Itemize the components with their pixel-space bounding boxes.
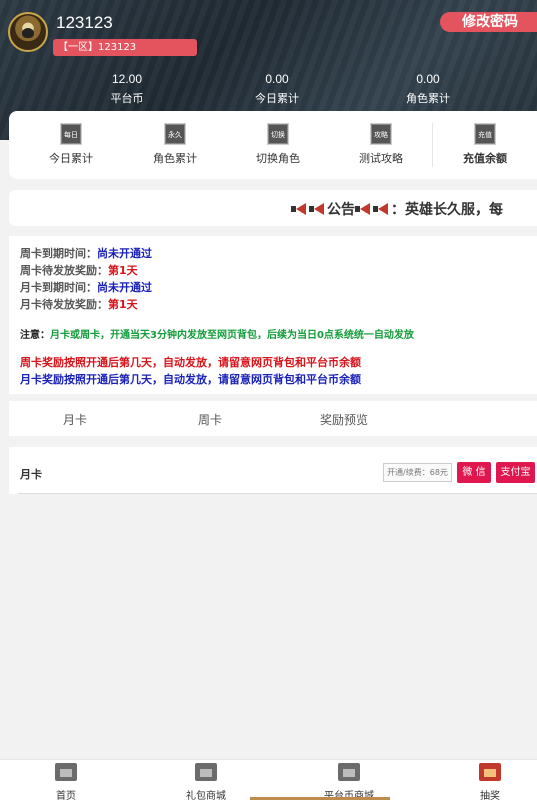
username: 123123 [56, 13, 113, 32]
alipay-button[interactable]: 支付宝 [496, 462, 535, 483]
nav-label: 抽奖 [480, 791, 500, 800]
stat-today-total: 0.00 今日累计 [222, 72, 332, 106]
week-reward-label: 周卡待发放奖励： [20, 264, 108, 277]
home-icon [55, 763, 77, 781]
coin-shop-icon [338, 763, 360, 781]
menu-item-recharge[interactable]: 充值 充值余额 [433, 122, 537, 166]
menu-item-guide[interactable]: 攻略 测试攻略 [329, 122, 433, 166]
quick-menu: 每日 今日累计 永久 角色累计 切换 切换角色 攻略 测试攻略 充值 充值余额 [9, 111, 537, 179]
nav-label: 首页 [56, 791, 76, 800]
card-status-info: 周卡到期时间：尚未开通过 周卡待发放奖励：第1天 月卡到期时间：尚未开通过 月卡… [9, 236, 537, 394]
stat-label: 今日累计 [255, 92, 299, 105]
menu-label: 今日累计 [49, 152, 93, 165]
nav-coin-shop[interactable]: 平台币商城 [309, 763, 389, 800]
avatar[interactable] [8, 12, 48, 52]
stat-value: 0.00 [416, 72, 440, 86]
recharge-icon: 充值 [475, 124, 495, 144]
card-tabs: 月卡 周卡 奖励预览 [9, 401, 537, 436]
wechat-pay-button[interactable]: 微 信 [457, 462, 491, 483]
menu-label: 切换角色 [256, 152, 300, 165]
megaphone-icon [309, 203, 325, 215]
stat-label: 平台币 [110, 92, 144, 105]
tab-month-card[interactable]: 月卡 [63, 411, 87, 428]
nav-lottery[interactable]: 抽奖 [450, 763, 530, 800]
week-reward-row: 周卡待发放奖励：第1天 [20, 262, 138, 278]
month-expire-row: 月卡到期时间：尚未开通过 [20, 279, 152, 295]
tab-week-card[interactable]: 周卡 [198, 411, 222, 428]
month-card-row: 月卡 开通/续费：68元 微 信 支付宝 [9, 447, 537, 494]
note-label: 注意： [20, 330, 50, 341]
week-expire-label: 周卡到期时间： [20, 247, 97, 260]
megaphone-icon [373, 203, 389, 215]
megaphone-icon [291, 203, 307, 215]
announcement-content: ：英雄长久服，每 [391, 202, 503, 218]
menu-label: 充值余额 [463, 152, 507, 165]
price-label: 开通/续费：68元 [383, 463, 452, 482]
week-expire-value: 尚未开通过 [97, 247, 152, 260]
month-rule-text: 月卡奖励按照开通后第几天，自动发放，请留意网页背包和平台币余额 [20, 373, 361, 386]
card-title: 月卡 [20, 468, 42, 481]
stat-platform-coin: 12.00 平台币 [72, 72, 182, 106]
week-rule-text: 周卡奖励按照开通后第几天，自动发放，请留意网页背包和平台币余额 [20, 356, 361, 369]
server-badge: 【一区】123123 [53, 39, 197, 56]
tab-reward-preview[interactable]: 奖励预览 [320, 411, 368, 428]
menu-item-today-total[interactable]: 每日 今日累计 [19, 122, 123, 166]
nav-home[interactable]: 首页 [26, 763, 106, 800]
nav-gift-shop[interactable]: 礼包商城 [166, 763, 246, 800]
divider [18, 493, 537, 494]
lottery-icon [479, 763, 501, 781]
daily-icon: 每日 [61, 124, 81, 144]
note-text: 月卡或周卡，开通当天3分钟内发放至网页背包，后续为当日0点系统统一自动发放 [50, 330, 414, 341]
permanent-icon: 永久 [165, 124, 185, 144]
stat-value: 0.00 [265, 72, 289, 86]
month-reward-row: 月卡待发放奖励：第1天 [20, 296, 138, 312]
menu-label: 角色累计 [153, 152, 197, 165]
month-expire-value: 尚未开通过 [97, 281, 152, 294]
stat-label: 角色累计 [406, 92, 450, 105]
announcement-marquee: 公告 ：英雄长久服，每 [291, 199, 503, 219]
announcement-title: 公告 [327, 202, 355, 218]
change-password-button[interactable]: 修改密码 [440, 12, 537, 32]
menu-label: 测试攻略 [359, 152, 403, 165]
bottom-nav: 首页 礼包商城 平台币商城 抽奖 [0, 759, 537, 800]
note-row: 注意：月卡或周卡，开通当天3分钟内发放至网页背包，后续为当日0点系统统一自动发放 [20, 326, 414, 341]
nav-label: 礼包商城 [186, 791, 226, 800]
stat-role-total: 0.00 角色累计 [373, 72, 483, 106]
menu-item-switch-role[interactable]: 切换 切换角色 [226, 122, 330, 166]
month-reward-label: 月卡待发放奖励： [20, 298, 108, 311]
month-expire-label: 月卡到期时间： [20, 281, 97, 294]
gift-shop-icon [195, 763, 217, 781]
megaphone-icon [355, 203, 371, 215]
week-expire-row: 周卡到期时间：尚未开通过 [20, 245, 152, 261]
month-reward-value: 第1天 [108, 298, 138, 311]
stat-value: 12.00 [111, 72, 143, 86]
menu-item-role-total[interactable]: 永久 角色累计 [123, 122, 227, 166]
guide-icon: 攻略 [371, 124, 391, 144]
week-reward-value: 第1天 [108, 264, 138, 277]
announcement-bar: 公告 ：英雄长久服，每 [9, 190, 537, 226]
switch-icon: 切换 [268, 124, 288, 144]
